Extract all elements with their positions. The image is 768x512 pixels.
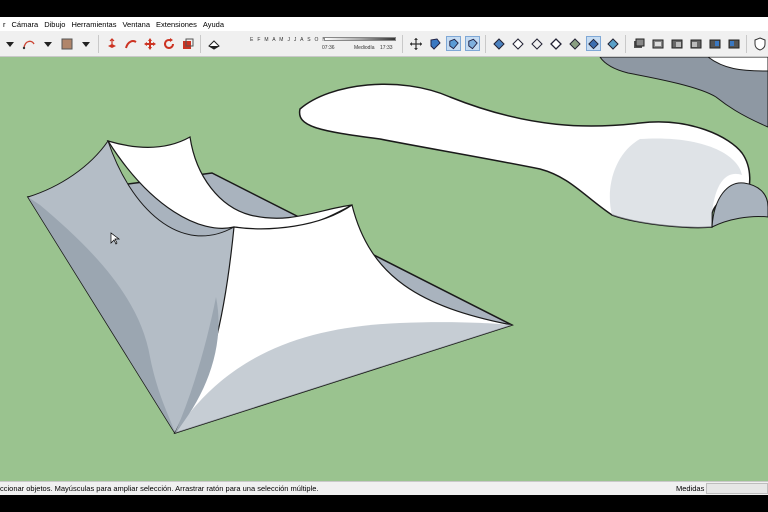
orbit-tool-icon[interactable] xyxy=(408,36,423,51)
iso-view-icon[interactable] xyxy=(631,36,646,51)
shaded-textures-style-icon[interactable] xyxy=(586,36,601,51)
menu-item-ayuda[interactable]: Ayuda xyxy=(200,20,227,29)
toolbar-separator xyxy=(625,34,626,53)
status-hint: ccionar objetos. Mayúsculas para ampliar… xyxy=(0,484,319,493)
monochrome-style-icon[interactable] xyxy=(605,36,620,51)
sketchup-window: r Cámara Dibujo Herramientas Ventana Ext… xyxy=(0,17,768,495)
section-cut-icon[interactable] xyxy=(465,36,480,51)
shadow-time-slider[interactable] xyxy=(324,36,396,41)
hidden-line-style-icon[interactable] xyxy=(548,36,563,51)
freehand-curve-tool-icon[interactable] xyxy=(21,36,36,51)
wireframe-style-icon[interactable] xyxy=(529,36,544,51)
left-view-icon[interactable] xyxy=(726,36,741,51)
menu-item-extensiones[interactable]: Extensiones xyxy=(153,20,200,29)
rotate-tool-icon[interactable] xyxy=(161,36,176,51)
3d-model-canvas[interactable] xyxy=(0,57,768,481)
move-tool-icon[interactable] xyxy=(142,36,157,51)
menu-item-camara[interactable]: Cámara xyxy=(9,20,42,29)
menu-item-ver[interactable]: r xyxy=(0,20,9,29)
push-pull-tool-icon[interactable] xyxy=(104,36,119,51)
shadow-settings-widget[interactable]: E F M A M J J A S O N D 07:36 Mediodía 1… xyxy=(226,34,396,54)
menu-item-dibujo[interactable]: Dibujo xyxy=(41,20,68,29)
shadow-time-end: 17:33 xyxy=(380,44,393,51)
menu-item-ventana[interactable]: Ventana xyxy=(119,20,153,29)
top-view-icon[interactable] xyxy=(650,36,665,51)
modeling-viewport[interactable] xyxy=(0,57,768,481)
rectangle-tool-icon[interactable] xyxy=(59,36,74,51)
main-toolbar: E F M A M J J A S O N D 07:36 Mediodía 1… xyxy=(0,31,768,57)
xray-style-icon[interactable] xyxy=(491,36,506,51)
toolbar-separator xyxy=(402,34,403,53)
dropdown-arrow-icon[interactable] xyxy=(2,36,17,51)
toolbar-separator xyxy=(98,34,99,53)
back-edges-style-icon[interactable] xyxy=(510,36,525,51)
scale-tool-icon[interactable] xyxy=(180,36,195,51)
toolbar-separator xyxy=(485,34,486,53)
measurements-input[interactable] xyxy=(706,483,768,494)
shadow-time-start: 07:36 xyxy=(322,44,335,51)
back-view-icon[interactable] xyxy=(707,36,722,51)
toolbar-separator xyxy=(200,34,201,53)
section-plane-icon[interactable] xyxy=(427,36,442,51)
shadow-months-scale[interactable]: E F M A M J J A S O N D xyxy=(250,37,335,43)
section-view-icon[interactable] xyxy=(446,36,461,51)
shadow-time-mid: Mediodía xyxy=(354,44,375,51)
dropdown-arrow-icon[interactable] xyxy=(40,36,55,51)
shadows-toggle-icon[interactable] xyxy=(206,36,221,51)
status-bar: ccionar objetos. Mayúsculas para ampliar… xyxy=(0,481,768,495)
menu-bar: r Cámara Dibujo Herramientas Ventana Ext… xyxy=(0,17,768,31)
follow-me-tool-icon[interactable] xyxy=(123,36,138,51)
dropdown-arrow-icon[interactable] xyxy=(78,36,93,51)
shield-icon[interactable] xyxy=(752,36,767,51)
toolbar-separator xyxy=(746,34,747,53)
right-view-icon[interactable] xyxy=(688,36,703,51)
menu-item-herramientas[interactable]: Herramientas xyxy=(68,20,119,29)
shaded-style-icon[interactable] xyxy=(567,36,582,51)
front-view-icon[interactable] xyxy=(669,36,684,51)
measurements-label: Medidas xyxy=(676,484,705,493)
